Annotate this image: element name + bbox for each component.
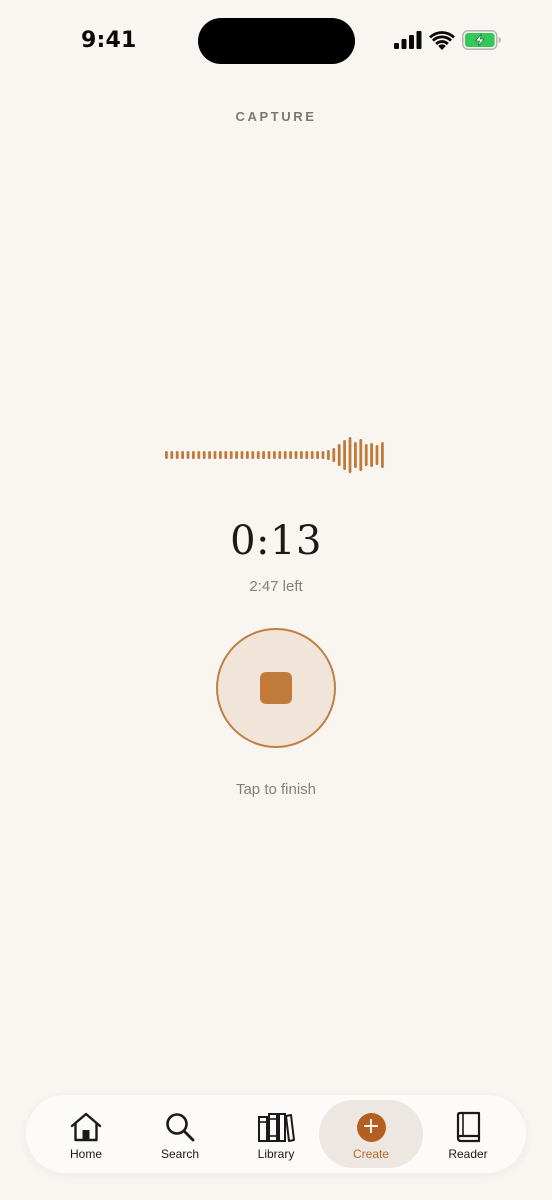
tab-home[interactable]: Home xyxy=(34,1100,138,1168)
dynamic-island xyxy=(198,18,355,64)
plus-icon: + xyxy=(356,1112,386,1142)
waveform-bar xyxy=(170,451,174,459)
home-icon xyxy=(70,1112,102,1142)
tab-label: Create xyxy=(352,1147,390,1161)
waveform-bar xyxy=(294,451,298,459)
waveform-bar xyxy=(240,451,244,459)
status-time: 9:41 xyxy=(81,28,137,53)
waveform-bar xyxy=(332,448,336,462)
waveform-bar xyxy=(327,450,330,460)
waveform-bar xyxy=(186,451,190,459)
stop-recording-button[interactable] xyxy=(216,628,336,748)
stop-icon xyxy=(260,672,292,704)
tab-search[interactable]: Search xyxy=(128,1100,232,1168)
waveform-bar xyxy=(348,437,352,473)
waveform-bar xyxy=(224,451,228,459)
waveform-bar xyxy=(375,445,379,465)
waveform-bar xyxy=(337,444,341,466)
status-icons xyxy=(394,30,502,50)
tab-label: Search xyxy=(160,1147,200,1161)
time-remaining: 2:47 left xyxy=(249,578,303,595)
waveform-bar xyxy=(246,451,249,459)
waveform-bar xyxy=(181,451,184,459)
library-icon xyxy=(258,1113,295,1142)
waveform-bar xyxy=(283,451,287,459)
audio-waveform xyxy=(165,437,384,473)
waveform-bar xyxy=(197,451,201,459)
waveform-bar xyxy=(316,451,319,459)
waveform-bar xyxy=(267,451,271,459)
waveform-bar xyxy=(321,451,325,459)
tab-label: Home xyxy=(69,1147,102,1161)
battery-charging-icon xyxy=(462,30,501,50)
tab-label: Reader xyxy=(448,1147,488,1161)
waveform-bar xyxy=(364,444,368,466)
search-icon xyxy=(166,1113,195,1142)
tab-reader[interactable]: Reader xyxy=(416,1100,520,1168)
waveform-bar xyxy=(251,451,255,459)
waveform-bar xyxy=(165,451,168,459)
tab-bar: Home Search Library + Create Reader xyxy=(26,1095,526,1173)
waveform-bar xyxy=(273,451,276,459)
waveform-bar xyxy=(235,451,238,459)
waveform-bar xyxy=(262,451,265,459)
waveform-bar xyxy=(305,451,309,459)
waveform-bar xyxy=(175,451,179,459)
book-icon xyxy=(456,1111,481,1143)
signal-icon xyxy=(394,31,422,49)
waveform-bar xyxy=(202,451,206,459)
tab-library[interactable]: Library xyxy=(224,1100,328,1168)
waveform-bar xyxy=(370,443,373,467)
finish-hint: Tap to finish xyxy=(235,781,317,798)
tab-label: Library xyxy=(257,1147,295,1161)
waveform-bar xyxy=(208,451,211,459)
waveform-bar xyxy=(381,442,384,468)
waveform-bar xyxy=(213,451,217,459)
waveform-bar xyxy=(359,439,363,471)
waveform-bar xyxy=(354,442,357,468)
waveform-bar xyxy=(278,451,282,459)
waveform-bar xyxy=(256,451,260,459)
waveform-bar xyxy=(300,451,303,459)
tab-create[interactable]: + Create xyxy=(319,1100,423,1168)
page-title: CAPTURE xyxy=(235,109,317,124)
wifi-icon xyxy=(429,30,455,50)
waveform-bar xyxy=(343,440,346,470)
elapsed-time: 0:13 xyxy=(230,518,322,564)
waveform-bar xyxy=(192,451,195,459)
waveform-bar xyxy=(289,451,292,459)
waveform-bar xyxy=(219,451,222,459)
waveform-bar xyxy=(229,451,233,459)
waveform-bar xyxy=(310,451,314,459)
